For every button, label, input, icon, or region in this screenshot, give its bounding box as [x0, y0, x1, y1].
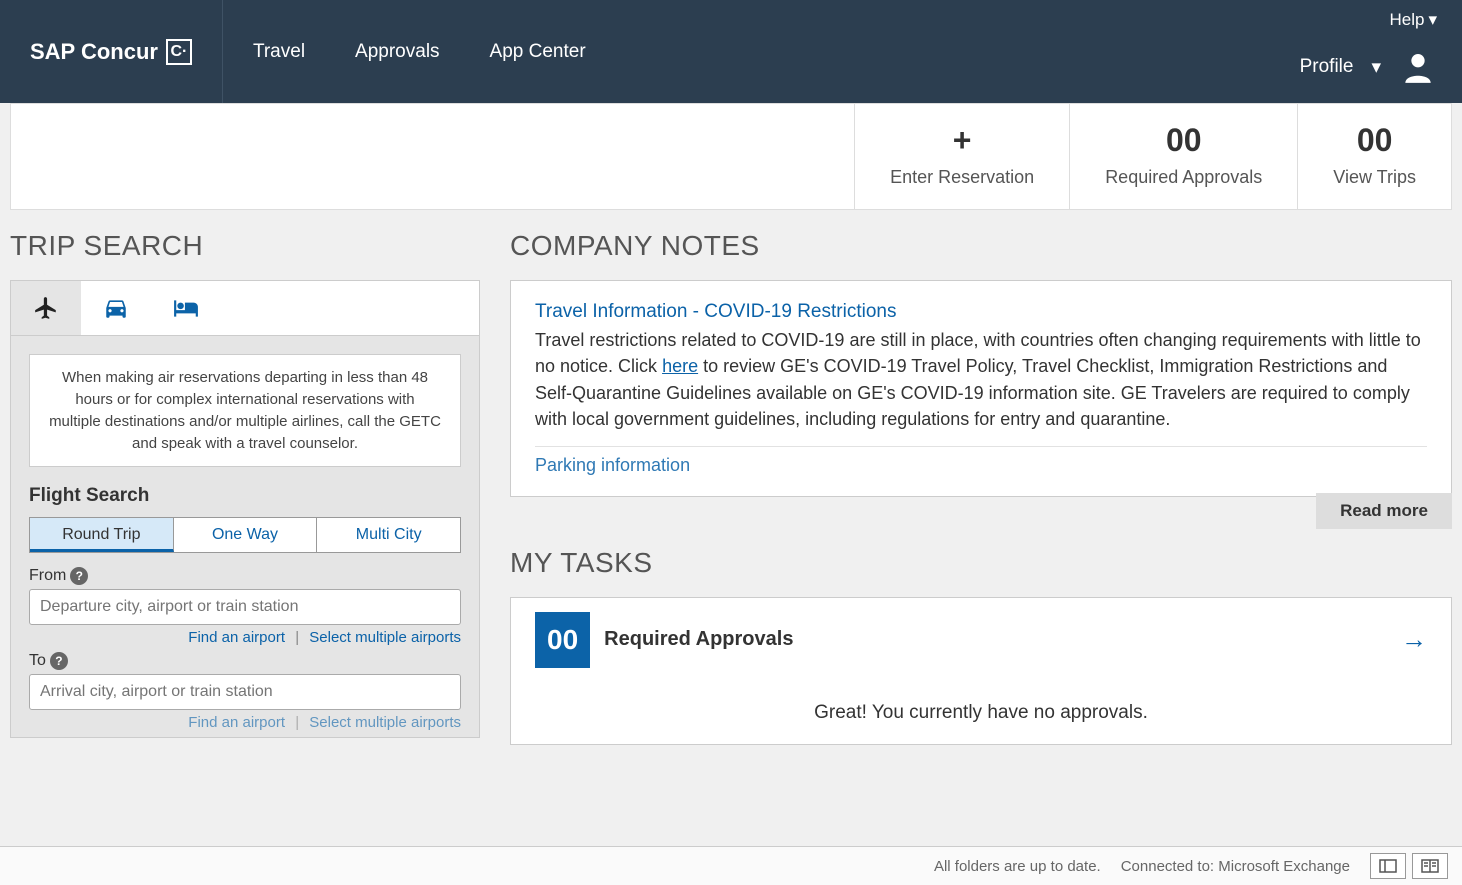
- quick-actions-bar: + Enter Reservation 00 Required Approval…: [10, 103, 1452, 210]
- travel-mode-tabs: [11, 281, 479, 336]
- to-field-group: To ? Find an airport | Select multiple a…: [11, 652, 479, 737]
- brand-logo[interactable]: SAP Concur C·: [0, 0, 223, 103]
- from-field-group: From ? Find an airport | Select multiple…: [11, 567, 479, 652]
- read-more-button[interactable]: Read more: [1316, 493, 1452, 529]
- from-field-links: Find an airport | Select multiple airpor…: [29, 629, 461, 646]
- bed-icon: [171, 295, 201, 321]
- reading-icon[interactable]: [1412, 853, 1448, 879]
- brand-logo-box: C·: [166, 39, 192, 65]
- tab-one-way[interactable]: One Way: [174, 518, 318, 552]
- task-body: Great! You currently have no approvals.: [511, 682, 1451, 744]
- to-input[interactable]: [29, 674, 461, 710]
- nav-app-center[interactable]: App Center: [490, 41, 586, 63]
- trip-type-tabs: Round Trip One Way Multi City: [29, 517, 461, 553]
- flight-tab[interactable]: [11, 281, 81, 335]
- required-approvals-button[interactable]: 00 Required Approvals: [1069, 104, 1297, 209]
- view-trips-button[interactable]: 00 View Trips: [1297, 104, 1451, 209]
- nav-travel[interactable]: Travel: [253, 41, 305, 63]
- approvals-count: 00: [1105, 124, 1262, 156]
- car-tab[interactable]: [81, 281, 151, 335]
- company-notes-wrap: Travel Information - COVID-19 Restrictio…: [510, 280, 1452, 496]
- hotel-tab[interactable]: [151, 281, 221, 335]
- trip-search-panel: When making air reservations departing i…: [10, 280, 480, 738]
- tab-round-trip[interactable]: Round Trip: [30, 518, 174, 552]
- help-label: Help: [1389, 10, 1424, 30]
- to-field-links: Find an airport | Select multiple airpor…: [29, 714, 461, 731]
- find-airport-link[interactable]: Find an airport: [188, 629, 285, 646]
- enter-reservation-label: Enter Reservation: [890, 166, 1034, 189]
- right-column: COMPANY NOTES Travel Information - COVID…: [510, 230, 1452, 744]
- reservation-info-box: When making air reservations departing i…: [29, 354, 461, 467]
- select-multiple-link[interactable]: Select multiple airports: [309, 629, 461, 646]
- note-body: Travel restrictions related to COVID-19 …: [535, 327, 1427, 431]
- status-icons: [1370, 853, 1448, 879]
- arrow-right-icon: →: [1401, 624, 1427, 655]
- company-notes-panel: Travel Information - COVID-19 Restrictio…: [510, 280, 1452, 496]
- approvals-label: Required Approvals: [1105, 166, 1262, 189]
- task-title: Required Approvals: [604, 628, 793, 651]
- chevron-down-icon: ▾: [1428, 10, 1437, 30]
- top-header: SAP Concur C· Travel Approvals App Cente…: [0, 0, 1462, 103]
- enter-reservation-button[interactable]: + Enter Reservation: [854, 104, 1069, 209]
- header-right: Help ▾ Profile ▾: [1300, 0, 1437, 86]
- task-header[interactable]: 00 Required Approvals →: [511, 598, 1451, 682]
- nav-links: Travel Approvals App Center: [223, 41, 586, 63]
- task-count-badge: 00: [535, 612, 590, 668]
- nav-approvals[interactable]: Approvals: [355, 41, 440, 63]
- left-column: TRIP SEARCH: [10, 230, 480, 744]
- from-input[interactable]: [29, 589, 461, 625]
- help-link[interactable]: Help ▾: [1389, 0, 1437, 48]
- flight-search-heading: Flight Search: [11, 485, 479, 517]
- covid-link[interactable]: here: [662, 356, 698, 376]
- car-icon: [101, 295, 131, 321]
- help-icon[interactable]: ?: [70, 567, 88, 585]
- chevron-down-icon: ▾: [1371, 56, 1381, 79]
- profile-label: Profile: [1300, 56, 1354, 78]
- select-multiple-link[interactable]: Select multiple airports: [309, 714, 461, 731]
- trips-label: View Trips: [1333, 166, 1416, 189]
- avatar-icon: [1399, 48, 1437, 86]
- main-content: TRIP SEARCH: [0, 210, 1462, 764]
- plus-icon: +: [890, 124, 1034, 156]
- trips-count: 00: [1333, 124, 1416, 156]
- folder-status: All folders are up to date.: [934, 858, 1101, 875]
- to-label: To ?: [29, 652, 461, 670]
- airplane-icon: [31, 295, 61, 321]
- note-title: Travel Information - COVID-19 Restrictio…: [535, 301, 1427, 323]
- help-icon[interactable]: ?: [50, 652, 68, 670]
- layout-icon[interactable]: [1370, 853, 1406, 879]
- trip-search-title: TRIP SEARCH: [10, 230, 480, 262]
- my-tasks-panel: 00 Required Approvals → Great! You curre…: [510, 597, 1452, 745]
- from-label: From ?: [29, 567, 461, 585]
- tab-multi-city[interactable]: Multi City: [317, 518, 460, 552]
- brand-text: SAP Concur: [30, 39, 158, 65]
- status-bar: All folders are up to date. Connected to…: [0, 846, 1462, 885]
- my-tasks-title: MY TASKS: [510, 547, 1452, 579]
- find-airport-link[interactable]: Find an airport: [188, 714, 285, 731]
- company-notes-title: COMPANY NOTES: [510, 230, 1452, 262]
- connection-status: Connected to: Microsoft Exchange: [1121, 858, 1350, 875]
- profile-menu[interactable]: Profile ▾: [1300, 48, 1437, 86]
- note-peek: Parking information: [535, 446, 1427, 476]
